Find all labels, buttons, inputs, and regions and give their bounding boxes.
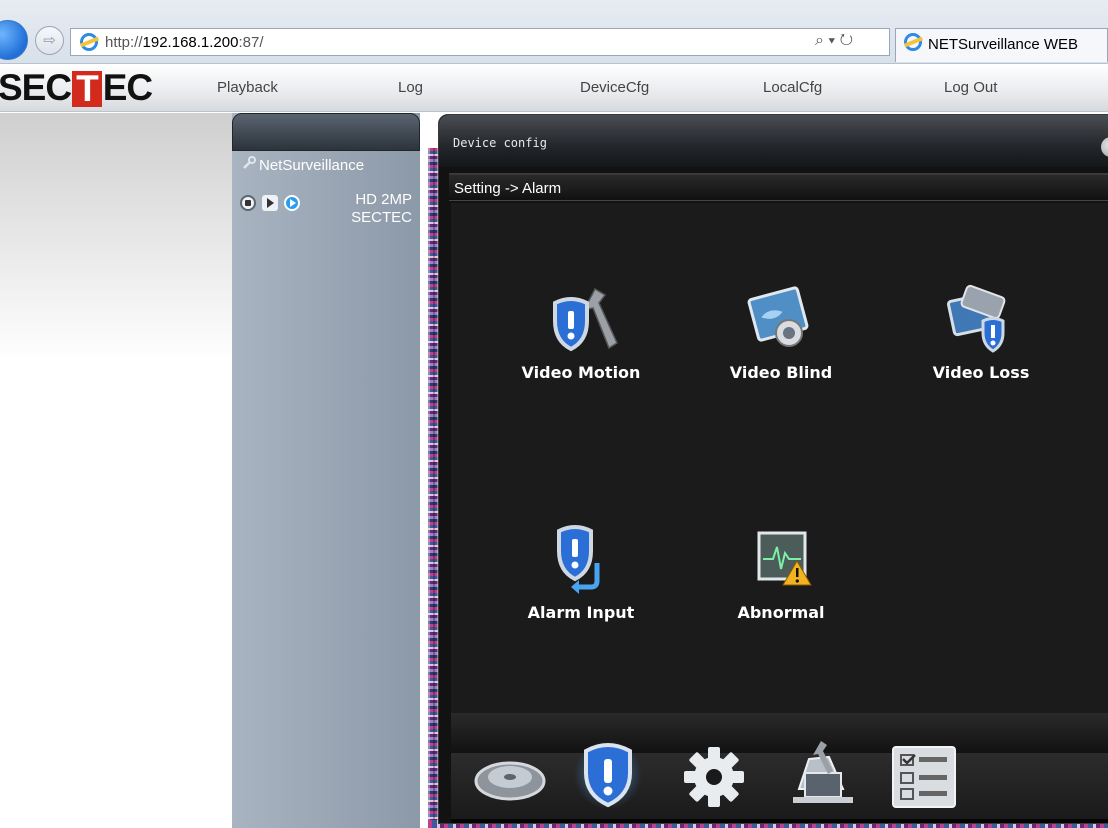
app-nav-bar: SEC T EC Playback Log DeviceCfg LocalCfg L…: [0, 64, 1108, 112]
device-tree-label: NetSurveillance: [259, 157, 365, 174]
nav-playback[interactable]: Playback: [217, 79, 278, 96]
gear-icon: [684, 747, 744, 807]
browser-toolbar: ⇨ http://192.168.1.200:87/ ⌕ ▾ ↻ NETSurv…: [0, 0, 1108, 64]
device-sidebar: NetSurveillance HD 2MP SECTEC: [232, 113, 420, 828]
channel-label[interactable]: HD 2MP SECTEC: [302, 191, 412, 227]
sectec-logo: SEC T EC: [0, 67, 153, 108]
breadcrumb-text: Setting -> Alarm: [454, 180, 562, 197]
browser-tab[interactable]: NETSurveillance WEB: [895, 28, 1108, 62]
tile-label-video-blind: Video Blind: [729, 363, 833, 382]
forward-button[interactable]: ⇨: [35, 26, 64, 55]
tile-alarm-input[interactable]: Alarm Input: [501, 523, 661, 622]
channel-brand: SECTEC: [351, 209, 412, 226]
info-checklist-icon: [892, 746, 956, 808]
alarm-settings-panel: Video Motion Video Blind Video Loss Alar…: [451, 203, 1108, 713]
ie-tab-icon: [904, 33, 922, 51]
address-url[interactable]: http://192.168.1.200:87/: [105, 34, 264, 51]
device-tree-root[interactable]: NetSurveillance: [242, 156, 364, 174]
tile-video-blind[interactable]: Video Blind: [701, 283, 861, 382]
tile-label-alarm-input: Alarm Input: [527, 603, 635, 622]
logo-mark: T: [72, 70, 102, 107]
logo-text-left: SEC: [0, 67, 72, 108]
shield-arrow-icon: [557, 525, 600, 594]
url-prefix: http://: [105, 34, 143, 51]
category-dock: [451, 713, 1108, 823]
device-config-window: Device config Setting -> Alarm Video Mot…: [438, 114, 1108, 824]
nav-localcfg[interactable]: LocalCfg: [763, 79, 822, 96]
channel-name: HD 2MP: [355, 191, 412, 208]
tile-label-video-motion: Video Motion: [521, 363, 641, 382]
tile-abnormal[interactable]: Abnormal: [701, 523, 861, 622]
video-loss-icon: [947, 284, 1006, 353]
logo-text-right: EC: [102, 67, 153, 108]
wrench-icon: [243, 156, 256, 169]
sidebar-header: [232, 113, 420, 151]
dock-storage[interactable]: [473, 733, 546, 809]
ie-page-icon: [80, 33, 98, 51]
window-title: Device config: [453, 136, 547, 150]
url-suffix: :87/: [238, 34, 264, 51]
search-refresh-icons[interactable]: ⌕ ▾ ↻: [815, 32, 853, 50]
background-fade: [0, 113, 232, 363]
window-titlebar[interactable]: Device config: [439, 115, 1108, 167]
tile-video-motion[interactable]: Video Motion: [501, 283, 661, 382]
breadcrumb: Setting -> Alarm: [449, 173, 1108, 201]
address-bar[interactable]: http://192.168.1.200:87/ ⌕ ▾ ↻: [70, 28, 890, 56]
system-tools-icon: [793, 741, 853, 803]
storage-disk-icon: [474, 761, 546, 801]
nav-logout[interactable]: Log Out: [944, 79, 997, 96]
dock-info[interactable]: [889, 733, 959, 809]
dock-system-tools[interactable]: [785, 733, 855, 809]
shield-wrench-icon: [553, 287, 618, 352]
back-button[interactable]: [0, 20, 28, 60]
dock-shelf: [451, 753, 1108, 819]
dock-alarm[interactable]: [573, 733, 643, 809]
url-host: 192.168.1.200: [142, 34, 239, 51]
tile-label-video-loss: Video Loss: [932, 363, 1030, 382]
blind-camera-icon: [747, 286, 809, 347]
play-icon[interactable]: [262, 195, 278, 211]
nav-log[interactable]: Log: [398, 79, 423, 96]
nav-devicecfg[interactable]: DeviceCfg: [580, 79, 649, 96]
channel-play-icon[interactable]: [284, 195, 300, 211]
alarm-shield-icon: [574, 741, 642, 809]
record-icon[interactable]: [240, 195, 256, 211]
abnormal-warning-icon: [757, 531, 812, 586]
dock-settings[interactable]: [679, 733, 749, 809]
tile-video-loss[interactable]: Video Loss: [901, 283, 1061, 382]
tab-title: NETSurveillance WEB: [928, 36, 1079, 53]
close-button[interactable]: [1101, 137, 1108, 157]
tile-label-abnormal: Abnormal: [737, 603, 825, 622]
